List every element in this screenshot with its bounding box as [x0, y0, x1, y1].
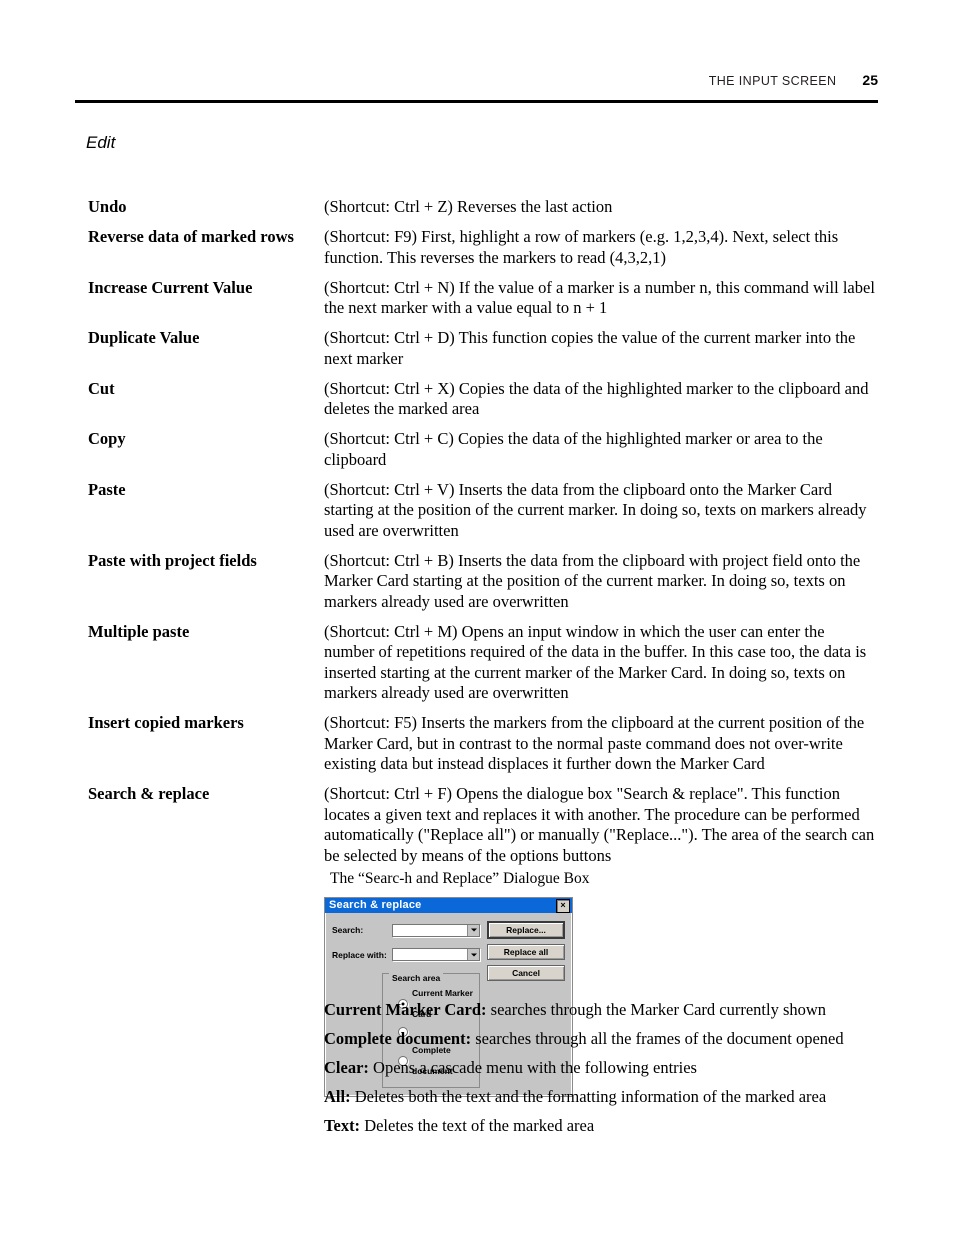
term-description: (Shortcut: Ctrl + M) Opens an input wind… [324, 621, 867, 703]
replace-button[interactable]: Replace... [487, 921, 565, 939]
term-label: Increase Current Value [88, 277, 253, 297]
definition-row: Reverse data of marked rows (Shortcut: F… [88, 227, 878, 268]
search-input[interactable] [393, 924, 467, 936]
term-description: (Shortcut: Ctrl + Z) Reverses the last a… [324, 197, 613, 216]
replace-field-row: Replace with: [332, 945, 480, 966]
glossary-item: Text: Deletes the text of the marked are… [324, 1116, 878, 1137]
dialog-titlebar: Search & replace × [325, 898, 572, 913]
glossary-text: Deletes the text of the marked area [360, 1116, 595, 1135]
term-description: (Shortcut: Ctrl + B) Inserts the data fr… [324, 550, 861, 611]
glossary-item: Complete document: searches through all … [324, 1029, 878, 1050]
section-title: Edit [86, 133, 116, 152]
glossary-term: Complete document: [324, 1029, 472, 1048]
replace-combobox[interactable] [392, 948, 480, 962]
definition-row: Copy (Shortcut: Ctrl + C) Copies the dat… [88, 429, 878, 470]
glossary-item: All: Deletes both the text and the forma… [324, 1087, 878, 1108]
close-icon[interactable]: × [556, 898, 570, 913]
definition-row: Cut (Shortcut: Ctrl + X) Copies the data… [88, 379, 878, 420]
glossary-term: Clear: [324, 1058, 369, 1077]
glossary-item: Current Marker Card: searches through th… [324, 1000, 878, 1021]
chevron-down-icon[interactable] [467, 949, 479, 961]
term-label: Undo [88, 197, 127, 216]
definition-row: Duplicate Value (Shortcut: Ctrl + D) Thi… [88, 328, 878, 369]
definition-row: Increase Current Value (Shortcut: Ctrl +… [88, 278, 878, 319]
document-page: THE INPUT SCREEN 25 Edit Undo (Shortcut:… [0, 0, 954, 1235]
search-field-row: Search: [332, 920, 480, 941]
glossary-term: All: [324, 1087, 351, 1106]
term-label: Insert copied markers [88, 713, 244, 732]
term-description: (Shortcut: Ctrl + N) If the value of a m… [324, 277, 875, 318]
term-label: Reverse data of marked rows [88, 227, 294, 246]
glossary-list: Current Marker Card: searches through th… [324, 1000, 878, 1145]
chevron-down-icon[interactable] [467, 924, 479, 936]
figure-caption: The “Searc-h and Replace” Dialogue Box [330, 870, 590, 887]
replace-all-button[interactable]: Replace all [487, 944, 565, 960]
cancel-button[interactable]: Cancel [487, 965, 565, 981]
glossary-text: Opens a cascade menu with the following … [368, 1058, 697, 1077]
search-area-legend: Search area [389, 968, 444, 989]
term-description: (Shortcut: Ctrl + C) Copies the data of … [324, 429, 823, 469]
header-title: THE INPUT SCREEN [708, 74, 837, 88]
term-description: (Shortcut: Ctrl + X) Copies the data of … [324, 378, 869, 419]
term-description: (Shortcut: Ctrl + V) Inserts the data fr… [324, 479, 867, 540]
replace-field-label: Replace with: [332, 949, 387, 960]
term-label: Duplicate Value [88, 328, 200, 347]
glossary-term: Current Marker Card: [324, 1000, 487, 1019]
term-description: (Shortcut: F9) First, highlight a row of… [324, 227, 839, 267]
definition-row: Paste (Shortcut: Ctrl + V) Inserts the d… [88, 480, 878, 542]
glossary-text: searches through all the frames of the d… [471, 1029, 844, 1048]
edit-commands-list: Undo (Shortcut: Ctrl + Z) Reverses the l… [88, 197, 878, 1107]
term-description: (Shortcut: F5) Inserts the markers from … [324, 713, 865, 773]
glossary-text: searches through the Marker Card current… [486, 1000, 827, 1019]
page-number: 25 [862, 72, 878, 88]
term-label: Multiple paste [88, 621, 190, 641]
term-label: Cut [88, 378, 115, 398]
term-label: Paste with project fields [88, 550, 257, 570]
term-description-text: (Shortcut: Ctrl + F) Opens the dialogue … [324, 784, 875, 865]
search-combobox[interactable] [392, 923, 480, 937]
running-header: THE INPUT SCREEN 25 [75, 72, 878, 102]
definition-row: Paste with project fields (Shortcut: Ctr… [88, 551, 878, 613]
replace-input[interactable] [393, 949, 467, 961]
dialog-title: Search & replace [329, 899, 422, 911]
term-label: Copy [88, 429, 126, 448]
search-field-label: Search: [332, 925, 364, 935]
definition-row: Insert copied markers (Shortcut: F5) Ins… [88, 713, 878, 775]
definition-row: Multiple paste (Shortcut: Ctrl + M) Open… [88, 622, 878, 704]
header-rule [75, 100, 878, 103]
term-description: (Shortcut: Ctrl + D) This function copie… [324, 328, 856, 368]
glossary-text: Deletes both the text and the formatting… [350, 1087, 827, 1106]
glossary-term: Text: [324, 1116, 361, 1135]
glossary-item: Clear: Opens a cascade menu with the fol… [324, 1058, 878, 1079]
definition-row: Undo (Shortcut: Ctrl + Z) Reverses the l… [88, 197, 878, 218]
term-label: Search & replace [88, 784, 210, 803]
term-label: Paste [88, 479, 126, 499]
